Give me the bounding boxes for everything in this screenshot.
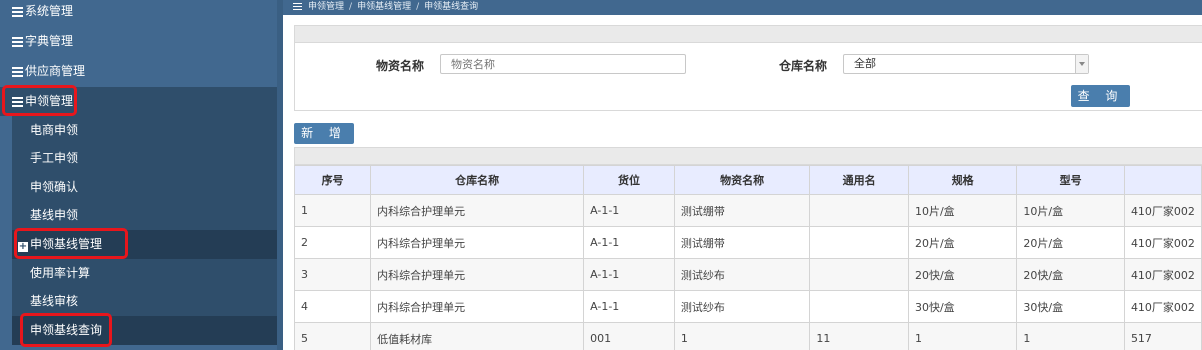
sidebar-subitem-manual[interactable]: 手工申领 xyxy=(12,144,277,173)
column-header[interactable]: 物资名称 xyxy=(673,165,811,195)
sidebar-subitem-usage-rate[interactable]: 使用率计算 xyxy=(12,259,277,288)
table-cell: 测试绷带 xyxy=(673,226,811,259)
table-cell: A-1-1 xyxy=(583,226,675,259)
sidebar-subitem-confirm[interactable]: 申领确认 xyxy=(12,173,277,202)
table-cell: 内科综合护理单元 xyxy=(370,290,585,323)
breadcrumb: 申领管理 / 申领基线管理 / 申领基线查询 xyxy=(283,0,1202,15)
table-cell: 30快/盒 xyxy=(907,290,1018,323)
table-row[interactable]: 2 内科综合护理单元 A-1-1 测试绷带 20片/盒 20片/盒 410厂家0… xyxy=(293,226,1202,259)
add-button[interactable]: 新 增 xyxy=(294,123,354,144)
table-cell: 517 xyxy=(1123,322,1202,350)
column-header[interactable] xyxy=(1123,165,1202,195)
table-cell xyxy=(809,258,909,291)
sidebar: 系统管理 字典管理 供应商管理 申领管理 电商申领 手工申领 申领确认 基线申领… xyxy=(0,0,283,350)
sidebar-subitem-label: 基线审核 xyxy=(30,294,79,308)
list-icon xyxy=(12,5,23,19)
sidebar-item-label: 供应商管理 xyxy=(25,64,86,78)
table-cell: 1 xyxy=(673,322,811,350)
table-cell xyxy=(809,290,909,323)
table-cell: A-1-1 xyxy=(583,258,675,291)
search-panel-header xyxy=(295,26,1202,43)
highlight-box xyxy=(2,85,77,116)
highlight-box xyxy=(20,313,112,347)
table-cell: 20快/盒 xyxy=(1016,258,1125,291)
table-cell: 10片/盒 xyxy=(1016,194,1125,227)
column-header[interactable]: 货位 xyxy=(583,165,675,195)
table-cell: 3 xyxy=(293,258,372,291)
column-header[interactable]: 型号 xyxy=(1016,165,1125,195)
table-cell: 1 xyxy=(907,322,1018,350)
table-cell: 4 xyxy=(293,290,372,323)
sidebar-item-label: 字典管理 xyxy=(25,34,74,48)
table-cell: 内科综合护理单元 xyxy=(370,258,585,291)
table-cell: 5 xyxy=(293,322,372,350)
table-cell: 11 xyxy=(809,322,909,350)
table-cell xyxy=(809,226,909,259)
sidebar-item-system[interactable]: 系统管理 xyxy=(0,0,277,26)
grid-toolbar xyxy=(294,147,1202,165)
warehouse-select-value: 全部 xyxy=(854,57,876,70)
column-header[interactable]: 规格 xyxy=(907,165,1018,195)
table-cell: 10片/盒 xyxy=(907,194,1018,227)
column-header[interactable]: 通用名 xyxy=(809,165,909,195)
table-cell: 410厂家002 xyxy=(1123,226,1202,259)
table-row[interactable]: 4 内科综合护理单元 A-1-1 测试纱布 30快/盒 30快/盒 410厂家0… xyxy=(293,290,1202,323)
sidebar-subitem-ecommerce[interactable]: 电商申领 xyxy=(12,116,277,145)
sidebar-item-supplier[interactable]: 供应商管理 xyxy=(0,57,277,86)
query-button[interactable]: 查 询 xyxy=(1071,85,1130,107)
sidebar-subitem-label: 电商申领 xyxy=(30,123,79,137)
sidebar-subitem-label: 手工申领 xyxy=(30,151,79,165)
column-header[interactable]: 仓库名称 xyxy=(370,165,585,195)
breadcrumb-item: 申领基线查询 xyxy=(424,2,479,12)
table-row[interactable]: 1 内科综合护理单元 A-1-1 测试绷带 10片/盒 10片/盒 410厂家0… xyxy=(293,194,1202,227)
table-cell: 410厂家002 xyxy=(1123,258,1202,291)
table-cell: 内科综合护理单元 xyxy=(370,194,585,227)
sidebar-item-dictionary[interactable]: 字典管理 xyxy=(0,27,277,56)
sidebar-subitem-label: 基线申领 xyxy=(30,208,79,222)
table-cell: 内科综合护理单元 xyxy=(370,226,585,259)
search-panel: 物资名称 仓库名称 全部 查 询 xyxy=(294,25,1202,111)
table-cell: A-1-1 xyxy=(583,194,675,227)
table-cell xyxy=(809,194,909,227)
table-cell: 20片/盒 xyxy=(907,226,1018,259)
sidebar-subitem-label: 使用率计算 xyxy=(30,266,91,280)
table-cell: 410厂家002 xyxy=(1123,290,1202,323)
warehouse-select[interactable]: 全部 xyxy=(843,54,1089,74)
table-row[interactable]: 5 低值耗材库 001 1 11 1 1 517 xyxy=(293,322,1202,350)
breadcrumb-item[interactable]: 申领基线管理 xyxy=(357,2,411,12)
table-cell: 410厂家002 xyxy=(1123,194,1202,227)
table-cell: 30快/盒 xyxy=(1016,290,1125,323)
table-row[interactable]: 3 内科综合护理单元 A-1-1 测试纱布 20快/盒 20快/盒 410厂家0… xyxy=(293,258,1202,291)
material-name-input[interactable] xyxy=(440,54,686,74)
table-cell: 低值耗材库 xyxy=(370,322,585,350)
warehouse-label: 仓库名称 xyxy=(779,59,828,73)
table-header-row: 序号 仓库名称 货位 物资名称 通用名 规格 型号 xyxy=(293,165,1202,195)
breadcrumb-item[interactable]: 申领管理 xyxy=(308,2,344,12)
table-cell: 1 xyxy=(1016,322,1125,350)
highlight-box xyxy=(14,228,128,259)
sidebar-subitem-baseline-review[interactable]: 基线审核 xyxy=(12,287,277,316)
sidebar-subitem-label: 申领确认 xyxy=(30,180,79,194)
menu-toggle-icon[interactable] xyxy=(293,1,302,12)
baseline-table: 序号 仓库名称 货位 物资名称 通用名 规格 型号 1 内科综合护理单元 A-1… xyxy=(293,165,1202,350)
table-cell: 1 xyxy=(293,194,372,227)
table-cell: 2 xyxy=(293,226,372,259)
table-cell: 测试绷带 xyxy=(673,194,811,227)
table-cell: 测试纱布 xyxy=(673,290,811,323)
chevron-down-icon xyxy=(1075,55,1088,73)
table-cell: A-1-1 xyxy=(583,290,675,323)
material-label: 物资名称 xyxy=(376,59,425,73)
sidebar-item-label: 系统管理 xyxy=(25,4,74,18)
list-icon xyxy=(12,35,23,49)
column-header[interactable]: 序号 xyxy=(293,165,372,195)
table-cell: 20快/盒 xyxy=(907,258,1018,291)
sidebar-subitem-baseline[interactable]: 基线申领 xyxy=(12,201,277,230)
table-cell: 测试纱布 xyxy=(673,258,811,291)
main-content: 物资名称 仓库名称 全部 查 询 新 增 序号 仓库名称 货位 物资名称 通用名… xyxy=(283,15,1202,350)
table-cell: 001 xyxy=(583,322,675,350)
table-cell: 20片/盒 xyxy=(1016,226,1125,259)
list-icon xyxy=(12,65,23,79)
